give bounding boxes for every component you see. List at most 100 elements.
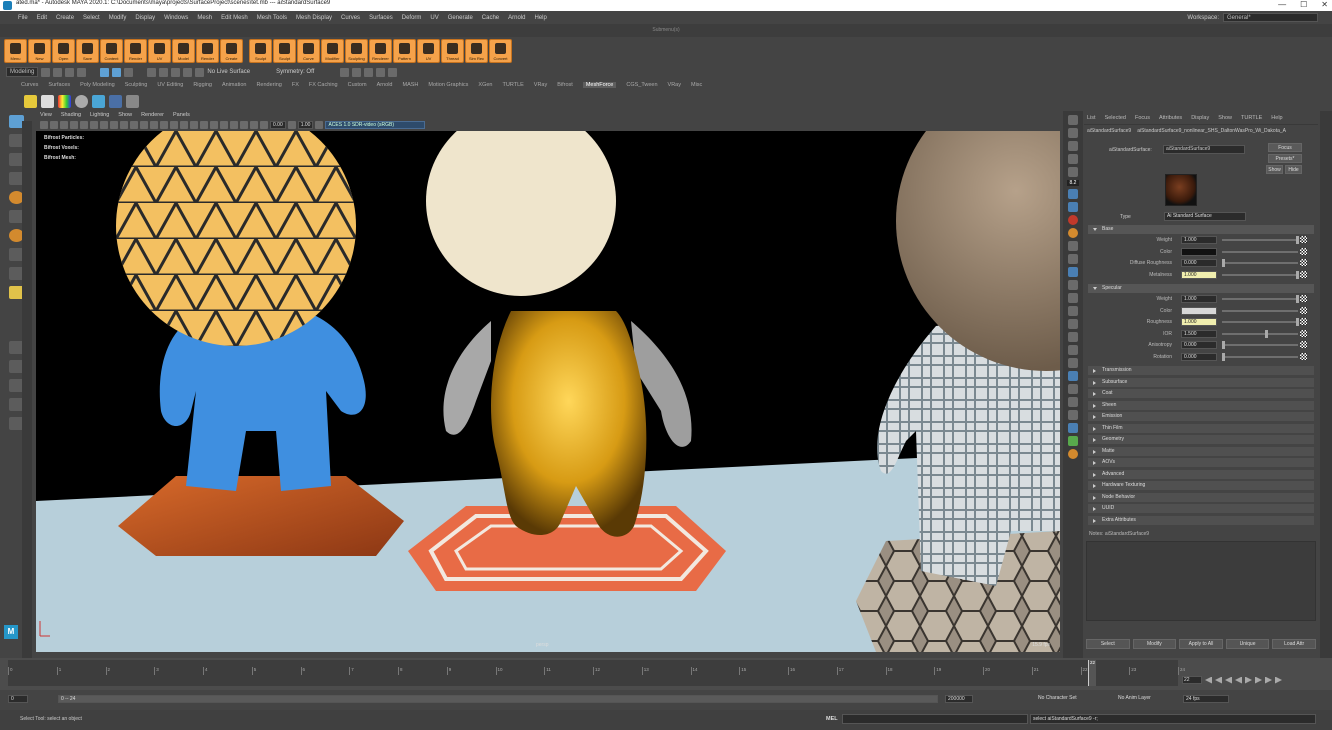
aa-icon[interactable] <box>210 121 218 129</box>
map-button-icon[interactable] <box>1300 295 1307 302</box>
layers-icon[interactable] <box>1068 189 1078 199</box>
character-set-label[interactable]: No Character Set <box>1036 695 1096 703</box>
shelf-button[interactable]: Sim Rec <box>465 39 488 63</box>
attribute-editor-menu-item[interactable]: TURTLE <box>1241 115 1262 121</box>
mesh-icon[interactable] <box>1068 202 1078 212</box>
xray-icon[interactable] <box>230 121 238 129</box>
shelf-button[interactable]: Pattern <box>393 39 416 63</box>
exposure-icon[interactable] <box>260 121 268 129</box>
menu-item[interactable]: Edit Mesh <box>221 15 248 21</box>
shelf-button[interactable]: Save <box>76 39 99 63</box>
apply-to-all-button[interactable]: Apply to All <box>1179 639 1223 649</box>
shelf-tab[interactable]: Sculpting <box>125 82 148 88</box>
attribute-value-field[interactable] <box>1181 306 1217 315</box>
anim-layer-label[interactable]: No Anim Layer <box>1116 695 1176 703</box>
menu-item[interactable]: Cache <box>482 15 499 21</box>
collapsed-section[interactable]: Geometry <box>1088 435 1314 444</box>
collapsed-section[interactable]: Advanced <box>1088 469 1314 479</box>
collapsed-section[interactable]: UUID <box>1088 504 1314 513</box>
shelf-button[interactable]: Convert <box>489 39 512 63</box>
shelf-button[interactable]: UV <box>148 39 171 63</box>
panel-menu-item[interactable]: View <box>40 112 52 118</box>
select-by-hierarchy-icon[interactable] <box>100 67 110 77</box>
menu-item[interactable]: Create <box>56 15 74 21</box>
select-by-component-icon[interactable] <box>124 67 134 77</box>
joint-icon[interactable] <box>1068 280 1078 290</box>
cylinder-icon[interactable] <box>92 94 105 108</box>
undo-icon[interactable] <box>65 67 75 77</box>
hook3-icon[interactable] <box>1068 319 1078 329</box>
section-base[interactable]: Base <box>1088 225 1314 234</box>
exposure-field[interactable]: 0.00 <box>270 121 286 129</box>
light-icon[interactable] <box>24 94 37 108</box>
panel-menu-item[interactable]: Panels <box>173 112 190 118</box>
range-slider[interactable]: 0 -- 24 <box>58 695 938 703</box>
hide-button[interactable]: Hide <box>1285 165 1302 174</box>
collapsed-section[interactable]: Subsurface <box>1088 377 1314 387</box>
panel-menu-item[interactable]: Renderer <box>141 112 164 118</box>
ipr-render-icon[interactable] <box>352 67 362 77</box>
shelf-tab[interactable]: TURTLE <box>503 82 524 88</box>
step-back-key-icon[interactable] <box>1225 677 1232 684</box>
modify-button[interactable]: Modify <box>1132 639 1177 649</box>
shelf-tab[interactable]: Motion Graphics <box>428 82 468 88</box>
menu-item[interactable]: Generate <box>448 15 473 21</box>
shelf-tab[interactable]: Rigging <box>193 82 212 88</box>
node-name-field[interactable]: aiStandardSurface9 <box>1163 145 1245 154</box>
maximize-icon[interactable]: ☐ <box>1300 0 1307 9</box>
film-gate-icon[interactable] <box>90 121 98 129</box>
shelf-tab[interactable]: MASH <box>402 82 418 88</box>
shelf-button[interactable]: Modifier <box>321 39 344 63</box>
menu-item[interactable]: Mesh Display <box>296 15 332 21</box>
camera-attr-icon[interactable] <box>50 121 58 129</box>
attribute-value-field[interactable]: 0.000 <box>1181 352 1217 361</box>
view-transform-dropdown[interactable]: ACES 1.0 SDR-video (sRGB) <box>325 121 426 129</box>
attribute-slider[interactable] <box>1222 298 1298 300</box>
shelf-button[interactable]: Sculpt <box>249 39 272 63</box>
attribute-slider[interactable] <box>1222 355 1298 358</box>
attribute-editor-menu-item[interactable]: List <box>1087 115 1096 121</box>
collapsed-section[interactable]: Emission <box>1088 412 1314 421</box>
select-by-object-icon[interactable] <box>112 67 122 77</box>
attribute-slider[interactable] <box>1222 321 1298 323</box>
menu-item[interactable]: Mesh Tools <box>257 15 287 21</box>
cube-icon[interactable] <box>1068 154 1078 164</box>
attribute-slider[interactable] <box>1222 332 1298 335</box>
x-axis-icon[interactable] <box>1068 384 1078 394</box>
slider-handle[interactable] <box>1296 270 1299 279</box>
shelf-tab[interactable]: CGS_Tween <box>626 82 657 88</box>
attribute-value-field[interactable]: 1.000 <box>1181 295 1217 303</box>
attribute-slider[interactable] <box>1222 309 1298 312</box>
shelf-tab[interactable]: Rendering <box>256 82 281 88</box>
collapsed-section[interactable]: Matte <box>1088 446 1314 456</box>
motion-blur-icon[interactable] <box>200 121 208 129</box>
shelf-tab[interactable]: Misc <box>691 82 702 88</box>
shelf-button[interactable]: Create <box>220 39 243 63</box>
menu-item[interactable]: Mesh <box>197 15 212 21</box>
attribute-editor-menu-item[interactable]: Focus <box>1135 115 1150 121</box>
current-frame-marker[interactable]: 22 <box>1088 660 1096 686</box>
step-back-icon[interactable] <box>1215 677 1222 684</box>
shelf-button[interactable]: UV <box>417 39 440 63</box>
paint-icon[interactable] <box>1068 423 1078 433</box>
grid-icon[interactable] <box>80 121 88 129</box>
mode-dropdown[interactable]: Modeling <box>6 67 39 77</box>
node-icon[interactable] <box>1068 167 1078 177</box>
shelf-tab[interactable]: Arnold <box>377 82 393 88</box>
resolution-gate-icon[interactable] <box>100 121 108 129</box>
slider-handle[interactable] <box>1296 295 1299 303</box>
smooth-shade-icon[interactable] <box>150 121 158 129</box>
gamma-field[interactable]: 1.00 <box>297 121 314 129</box>
green-icon[interactable] <box>1068 436 1078 446</box>
snap-point-icon[interactable] <box>171 67 181 77</box>
shelf-tab[interactable]: VRay <box>534 82 547 88</box>
bookmark-icon[interactable] <box>60 121 68 129</box>
map-button-icon[interactable] <box>1300 341 1307 348</box>
menu-item[interactable]: Surfaces <box>369 15 393 21</box>
orange-icon[interactable] <box>1068 449 1078 459</box>
hook5-icon[interactable] <box>1068 345 1078 355</box>
record-icon[interactable] <box>1068 215 1078 225</box>
isolate-icon[interactable] <box>220 121 228 129</box>
panel-menu-item[interactable]: Lighting <box>90 112 109 118</box>
xray-joints-icon[interactable] <box>240 121 248 129</box>
